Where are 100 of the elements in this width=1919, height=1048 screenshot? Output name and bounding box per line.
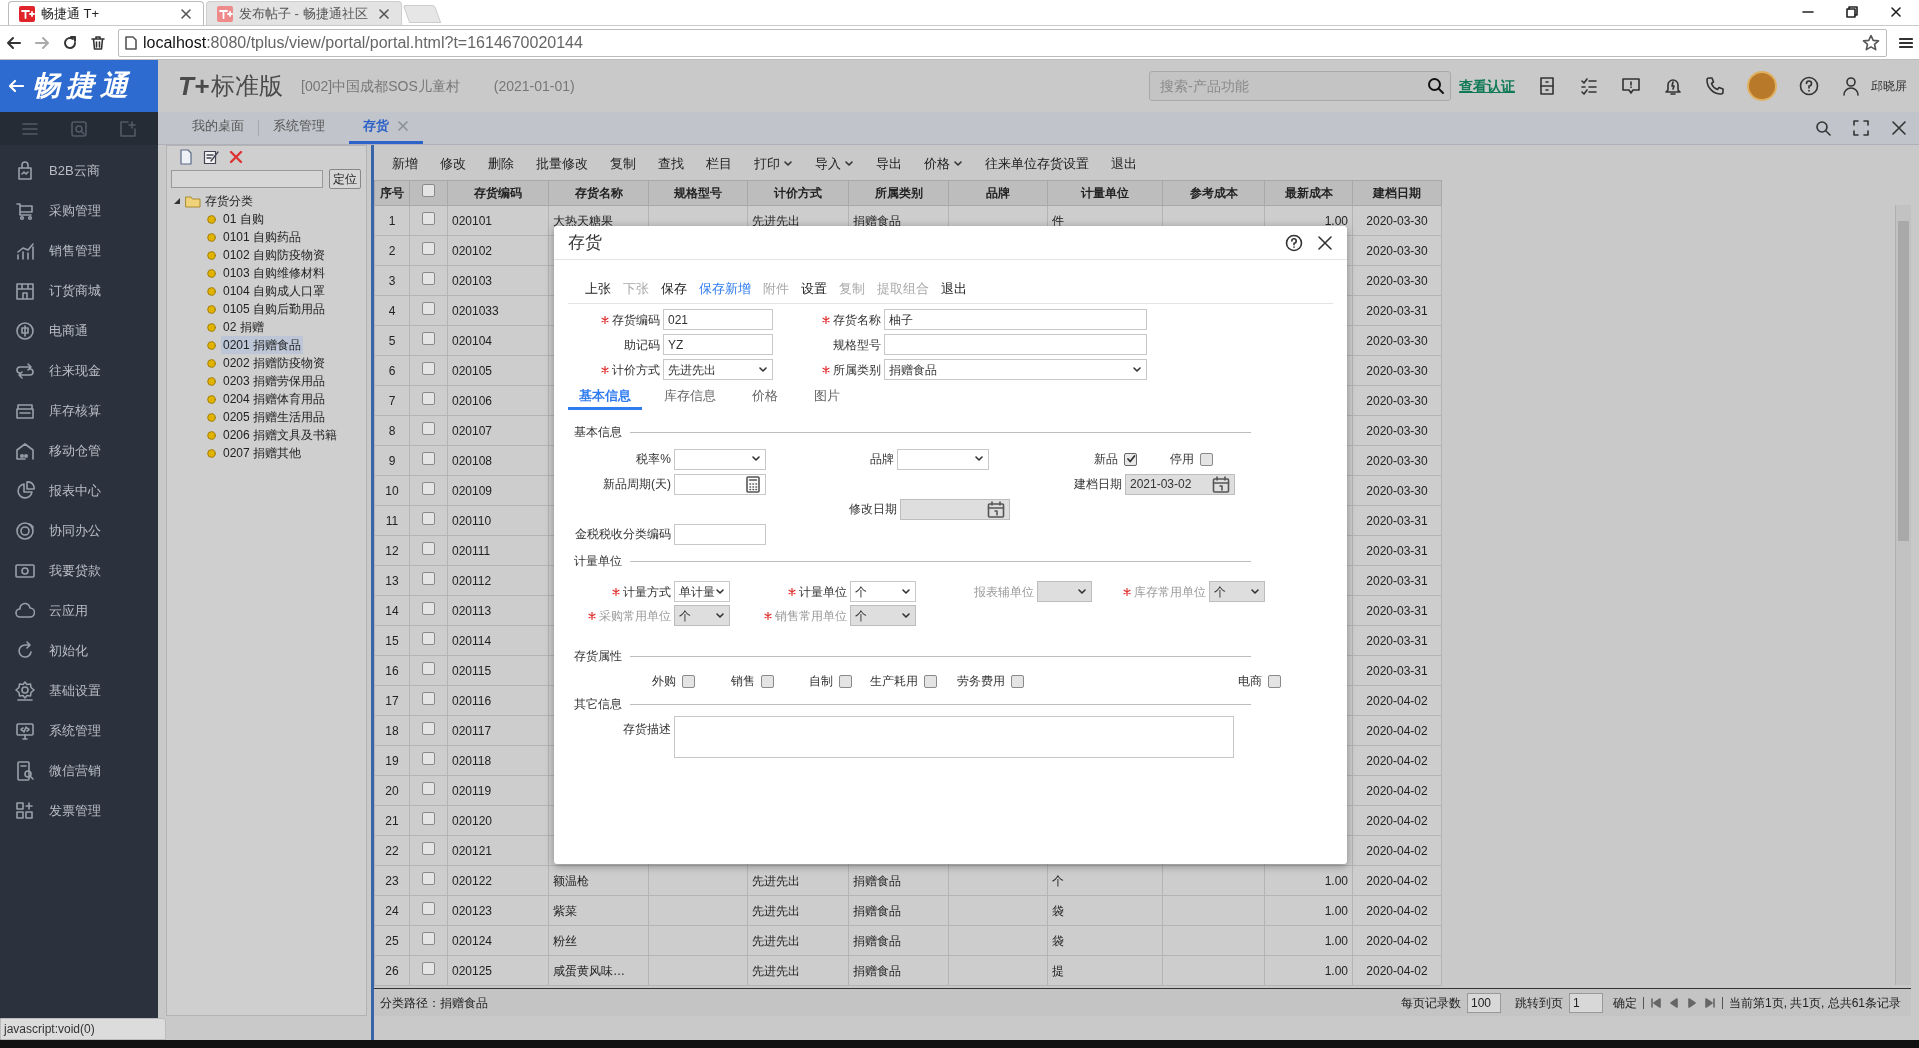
column-header[interactable]: 建档日期 bbox=[1352, 180, 1442, 206]
checkbox[interactable] bbox=[422, 781, 435, 795]
reload-icon[interactable] bbox=[62, 34, 78, 51]
dialog-toolbar-button[interactable]: 保存新增 bbox=[699, 278, 751, 299]
page-tab[interactable]: 我的桌面 bbox=[178, 111, 258, 144]
bell-icon[interactable] bbox=[1663, 76, 1683, 96]
tree-root-item[interactable]: 存货分类 bbox=[167, 192, 366, 210]
checkbox[interactable] bbox=[1124, 452, 1137, 466]
checkbox[interactable] bbox=[422, 691, 435, 705]
column-header[interactable]: 规格型号 bbox=[648, 180, 748, 206]
help-icon[interactable] bbox=[1285, 233, 1303, 252]
sidebar-item[interactable]: 发票管理 bbox=[0, 791, 158, 831]
checkbox[interactable] bbox=[422, 631, 435, 645]
input-field[interactable]: YZ bbox=[663, 334, 773, 355]
scrollbar[interactable] bbox=[1895, 205, 1911, 985]
search-icon[interactable] bbox=[1427, 77, 1445, 95]
collapse-triangle-icon[interactable] bbox=[173, 197, 181, 205]
checkbox[interactable] bbox=[422, 721, 435, 735]
previous-page-icon[interactable] bbox=[1667, 996, 1680, 1009]
column-header[interactable]: 所属类别 bbox=[848, 180, 949, 206]
tree-item[interactable]: 0202 捐赠防疫物资 bbox=[221, 354, 328, 372]
next-page-icon[interactable] bbox=[1685, 996, 1698, 1009]
toolbar-button[interactable]: 往来单位存货设置 bbox=[985, 154, 1089, 174]
checklist-icon[interactable] bbox=[1579, 76, 1599, 96]
input-field[interactable] bbox=[674, 473, 766, 495]
sidebar-item[interactable]: 协同办公 bbox=[0, 511, 158, 551]
input-field[interactable]: 柚子 bbox=[884, 309, 1147, 330]
sidebar-item[interactable]: 往来现金 bbox=[0, 351, 158, 391]
dialog-toolbar-button[interactable]: 上张 bbox=[585, 278, 611, 299]
forward-icon[interactable] bbox=[34, 34, 50, 51]
checkbox[interactable] bbox=[422, 361, 435, 375]
toolbar-button[interactable]: 退出 bbox=[1111, 154, 1137, 174]
tree-search-field[interactable] bbox=[171, 170, 323, 188]
tree-item[interactable]: 0102 自购防疫物资 bbox=[221, 246, 328, 264]
first-page-icon[interactable] bbox=[1649, 996, 1662, 1009]
close-icon[interactable] bbox=[1891, 120, 1907, 136]
calculator-icon[interactable] bbox=[745, 475, 761, 493]
browser-tab[interactable]: 发布帖子 - 畅捷通社区 bbox=[206, 1, 402, 25]
column-header[interactable]: 存货编码 bbox=[447, 180, 549, 206]
dialog-toolbar-button[interactable]: 设置 bbox=[801, 278, 827, 299]
toolbar-button[interactable]: 价格 bbox=[924, 154, 963, 174]
dropdown[interactable]: 单计量 bbox=[674, 581, 730, 602]
dropdown[interactable] bbox=[897, 448, 989, 470]
toolbar-button[interactable]: 批量修改 bbox=[536, 154, 588, 174]
sidebar-item[interactable]: 库存核算 bbox=[0, 391, 158, 431]
user-icon[interactable] bbox=[1841, 76, 1861, 96]
column-header[interactable]: 参考成本 bbox=[1162, 180, 1265, 206]
column-header[interactable]: 计价方式 bbox=[747, 180, 849, 206]
trash-icon[interactable] bbox=[90, 34, 106, 51]
dialog-toolbar-button[interactable]: 退出 bbox=[941, 278, 967, 299]
date-field[interactable]: 2021-03-02 bbox=[1125, 473, 1235, 495]
page-tab[interactable]: 系统管理 bbox=[259, 111, 339, 144]
sidebar-item[interactable]: 初始化 bbox=[0, 631, 158, 671]
avatar-icon[interactable] bbox=[1747, 71, 1777, 101]
new-document-icon[interactable] bbox=[179, 149, 193, 165]
edit-icon[interactable] bbox=[203, 149, 219, 165]
dropdown[interactable]: 捐赠食品 bbox=[884, 359, 1147, 380]
checkbox[interactable] bbox=[422, 811, 435, 825]
column-header[interactable]: 最新成本 bbox=[1264, 180, 1353, 206]
column-header[interactable]: 计量单位 bbox=[1047, 180, 1163, 206]
checkbox[interactable] bbox=[1200, 452, 1213, 466]
dropdown[interactable]: 个 bbox=[850, 581, 916, 602]
browser-tab[interactable]: 畅捷通 T+ bbox=[8, 1, 204, 25]
checkbox[interactable] bbox=[422, 571, 435, 585]
tree-item[interactable]: 0204 捐赠体育用品 bbox=[221, 390, 328, 408]
column-header[interactable]: 序号 bbox=[374, 180, 410, 206]
checkbox[interactable] bbox=[422, 901, 435, 915]
sidebar-item[interactable]: 报表中心 bbox=[0, 471, 158, 511]
fullscreen-icon[interactable] bbox=[1853, 120, 1869, 136]
dialog-tab[interactable]: 价格 bbox=[738, 384, 792, 410]
checkbox[interactable] bbox=[422, 421, 435, 435]
last-page-icon[interactable] bbox=[1703, 996, 1716, 1009]
toolbar-button[interactable]: 删除 bbox=[488, 154, 514, 174]
help-icon[interactable] bbox=[1799, 76, 1819, 96]
checkbox[interactable] bbox=[422, 271, 435, 285]
checkbox[interactable] bbox=[422, 241, 435, 255]
checkbox[interactable] bbox=[422, 931, 435, 945]
checkbox[interactable] bbox=[422, 661, 435, 675]
description-field[interactable] bbox=[674, 716, 1234, 758]
search-field[interactable]: 搜索-产品功能 bbox=[1149, 71, 1451, 101]
column-header[interactable]: 品牌 bbox=[948, 180, 1048, 206]
confirm-button[interactable]: 确定 bbox=[1612, 993, 1637, 1012]
checkbox[interactable] bbox=[839, 674, 852, 688]
delete-icon[interactable] bbox=[229, 150, 243, 164]
checkbox[interactable] bbox=[422, 841, 435, 855]
sidebar-item[interactable]: 基础设置 bbox=[0, 671, 158, 711]
checkbox[interactable] bbox=[422, 451, 435, 465]
tree-item[interactable]: 0105 自购后勤用品 bbox=[221, 300, 328, 318]
dropdown[interactable]: 先进先出 bbox=[663, 359, 773, 380]
tree-item[interactable]: 0201 捐赠食品 bbox=[221, 336, 304, 354]
scrollbar-thumb[interactable] bbox=[1898, 221, 1909, 541]
tree-item[interactable]: 0103 自购维修材料 bbox=[221, 264, 328, 282]
restore-icon[interactable] bbox=[1845, 5, 1859, 19]
tree-item[interactable]: 0101 自购药品 bbox=[221, 228, 304, 246]
page-number-field[interactable]: 1 bbox=[1568, 992, 1603, 1013]
dialog-toolbar-button[interactable]: 保存 bbox=[661, 278, 687, 299]
search-icon[interactable] bbox=[1815, 120, 1831, 136]
toolbar-button[interactable]: 新增 bbox=[392, 154, 418, 174]
calendar-icon[interactable] bbox=[1212, 475, 1230, 493]
toolbar-button[interactable]: 导出 bbox=[876, 154, 902, 174]
